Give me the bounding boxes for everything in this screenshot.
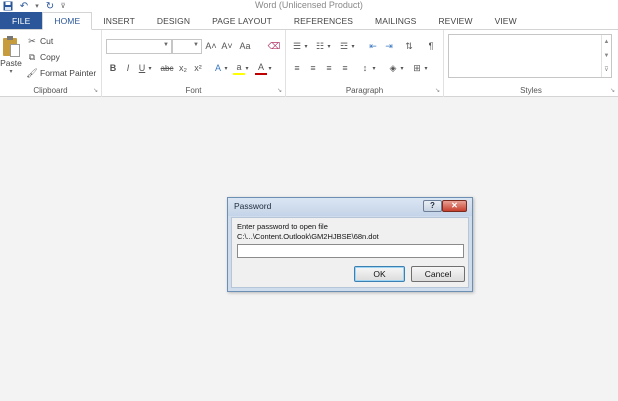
align-center-icon[interactable]: ≡ <box>306 61 320 75</box>
paragraph-launcher-icon[interactable]: ↘ <box>435 87 440 94</box>
clipboard-launcher-icon[interactable]: ↘ <box>93 87 98 94</box>
help-button[interactable]: ? <box>423 200 442 212</box>
tab-insert[interactable]: INSERT <box>92 12 146 29</box>
file-path: C:\...\Content.Outlook\GM2HJBSE\68n.dot <box>237 232 379 241</box>
bold-button[interactable]: B <box>107 61 119 75</box>
justify-icon[interactable]: ≡ <box>338 61 352 75</box>
paste-icon <box>2 36 20 58</box>
title-bar: ↶ ▾ ↻ ⊽ Word (Unlicensed Product) <box>0 0 618 12</box>
chevron-down-icon[interactable]: ▼ <box>602 49 611 63</box>
change-case-button[interactable]: Aa <box>238 39 252 53</box>
font-size-combo[interactable]: ▼ <box>172 39 202 54</box>
increase-indent-icon[interactable]: ⇥ <box>382 39 396 53</box>
numbering-dropdown-icon[interactable]: ▾ <box>326 39 332 53</box>
multilevel-list-icon[interactable]: ☲ <box>337 39 351 53</box>
show-marks-button[interactable]: ¶ <box>426 39 436 53</box>
bullets-icon[interactable]: ☰ <box>290 39 304 53</box>
tab-references[interactable]: REFERENCES <box>283 12 364 29</box>
align-left-icon[interactable]: ≡ <box>290 61 304 75</box>
more-styles-icon[interactable]: ⊽ <box>602 63 611 77</box>
tab-home[interactable]: HOME <box>42 12 93 30</box>
font-launcher-icon[interactable]: ↘ <box>277 87 282 94</box>
sort-icon[interactable]: ⇅ <box>402 39 416 53</box>
tab-page-layout[interactable]: PAGE LAYOUT <box>201 12 283 29</box>
styles-launcher-icon[interactable]: ↘ <box>610 87 615 94</box>
multilevel-dropdown-icon[interactable]: ▾ <box>350 39 356 53</box>
window-title: Word (Unlicensed Product) <box>255 0 363 10</box>
highlight-dropdown-icon[interactable]: ▾ <box>244 61 250 75</box>
ribbon: Paste ▾ ✂ Cut ⧉ Copy 🖌 Format Painter Cl… <box>0 30 618 97</box>
cut-button[interactable]: ✂ Cut <box>26 34 53 48</box>
line-spacing-dropdown-icon[interactable]: ▾ <box>371 61 377 75</box>
styles-gallery[interactable]: ▲ ▼ ⊽ <box>448 34 612 78</box>
copy-label: Copy <box>40 52 60 62</box>
copy-button[interactable]: ⧉ Copy <box>26 50 60 64</box>
decrease-indent-icon[interactable]: ⇤ <box>366 39 380 53</box>
tab-mailings[interactable]: MAILINGS <box>364 12 427 29</box>
ok-button[interactable]: OK <box>354 266 405 282</box>
quick-access-toolbar: ↶ ▾ ↻ ⊽ <box>0 0 68 12</box>
password-prompt: Enter password to open file <box>237 222 328 231</box>
text-effects-dropdown-icon[interactable]: ▾ <box>223 61 229 75</box>
subscript-button[interactable]: x₂ <box>177 61 189 75</box>
ribbon-tabs: FILE HOME INSERT DESIGN PAGE LAYOUT REFE… <box>0 12 618 30</box>
bullets-dropdown-icon[interactable]: ▾ <box>303 39 309 53</box>
cut-label: Cut <box>40 36 54 46</box>
password-dialog: Password ? ✕ Enter password to open file… <box>227 197 473 292</box>
dialog-title: Password <box>234 201 272 211</box>
italic-button[interactable]: I <box>122 61 134 75</box>
cancel-button[interactable]: Cancel <box>411 266 465 282</box>
tab-file[interactable]: FILE <box>0 12 43 29</box>
undo-dropdown-icon[interactable]: ▾ <box>32 2 42 10</box>
grow-font-button[interactable]: A˄ <box>205 39 217 53</box>
shading-icon[interactable]: ◈ <box>386 61 400 75</box>
tab-review[interactable]: REVIEW <box>427 12 483 29</box>
shrink-font-button[interactable]: A˅ <box>221 39 233 53</box>
paragraph-group-label: Paragraph <box>345 86 384 95</box>
borders-dropdown-icon[interactable]: ▾ <box>423 61 429 75</box>
clear-formatting-icon[interactable]: ⌫ <box>268 39 281 53</box>
font-group-label: Font <box>185 86 202 95</box>
format-painter-button[interactable]: 🖌 Format Painter <box>26 66 96 80</box>
chevron-down-icon: ▼ <box>163 42 169 48</box>
close-button[interactable]: ✕ <box>442 200 467 212</box>
shading-dropdown-icon[interactable]: ▾ <box>399 61 405 75</box>
chevron-up-icon[interactable]: ▲ <box>602 35 611 49</box>
dialog-title-bar[interactable]: Password ? ✕ <box>228 198 472 216</box>
underline-dropdown-icon[interactable]: ▾ <box>147 61 153 75</box>
password-input[interactable] <box>237 244 464 258</box>
paste-button[interactable]: Paste ▾ <box>0 34 22 78</box>
font-color-dropdown-icon[interactable]: ▾ <box>267 61 273 75</box>
scissors-icon: ✂ <box>28 35 36 46</box>
numbering-icon[interactable]: ☷ <box>313 39 327 53</box>
undo-icon[interactable]: ↶ <box>16 0 32 12</box>
clipboard-group-label: Clipboard <box>33 86 68 95</box>
save-icon[interactable] <box>0 0 16 12</box>
superscript-button[interactable]: x² <box>192 61 204 75</box>
paste-label: Paste <box>0 58 22 68</box>
tab-view[interactable]: VIEW <box>484 12 528 29</box>
tab-design[interactable]: DESIGN <box>146 12 201 29</box>
redo-icon[interactable]: ↻ <box>42 0 58 12</box>
chevron-down-icon: ▼ <box>193 42 199 48</box>
font-group: ▼ ▼ A˄ A˅ Aa ⌫ B I U ▾ abc x₂ x² A ▾ a ▾… <box>102 30 286 97</box>
align-right-icon[interactable]: ≡ <box>322 61 336 75</box>
paste-dropdown-icon[interactable]: ▾ <box>0 68 22 75</box>
customize-toolbar-icon[interactable]: ⊽ <box>58 2 68 10</box>
paintbrush-icon: 🖌 <box>26 67 38 78</box>
strikethrough-button[interactable]: abc <box>159 61 175 75</box>
borders-icon[interactable]: ⊞ <box>410 61 424 75</box>
styles-group-label: Styles <box>520 86 542 95</box>
paragraph-group: ☰ ▾ ☷ ▾ ☲ ▾ ⇤ ⇥ ⇅ ¶ ≡ ≡ ≡ ≡ ↕ ▾ ◈ ▾ ⊞ ▾ … <box>286 30 444 97</box>
clipboard-group: Paste ▾ ✂ Cut ⧉ Copy 🖌 Format Painter Cl… <box>0 30 102 97</box>
font-color-button[interactable]: A <box>255 61 267 75</box>
line-spacing-icon[interactable]: ↕ <box>358 61 372 75</box>
copy-icon: ⧉ <box>28 51 36 62</box>
font-name-combo[interactable]: ▼ <box>106 39 172 54</box>
styles-gallery-scroll: ▲ ▼ ⊽ <box>601 35 611 77</box>
format-painter-label: Format Painter <box>40 68 97 78</box>
dialog-body: Enter password to open file C:\...\Conte… <box>231 217 469 288</box>
